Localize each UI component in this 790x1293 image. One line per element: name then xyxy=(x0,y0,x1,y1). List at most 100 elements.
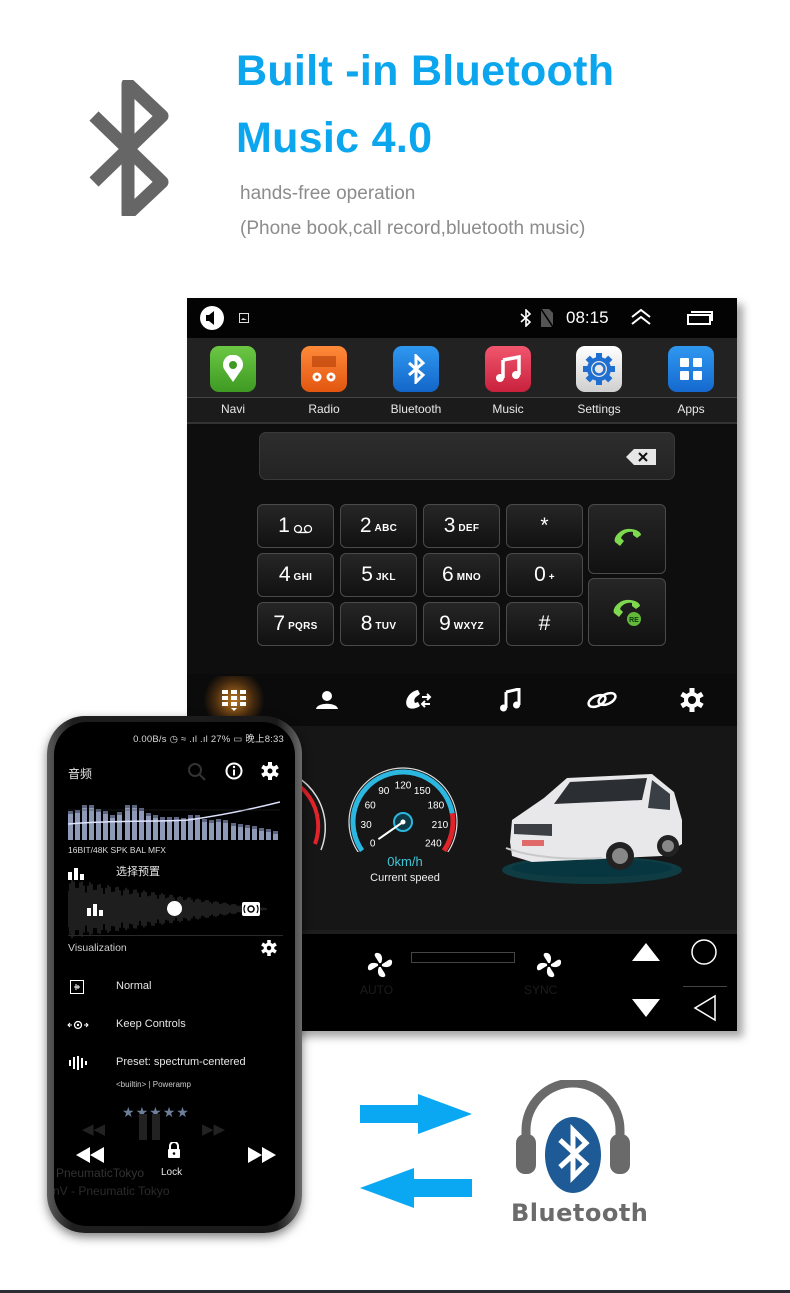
lock-icon[interactable] xyxy=(167,1142,181,1158)
key-digit: 9 xyxy=(439,612,451,635)
app-radio[interactable]: Radio xyxy=(284,346,364,422)
number-display[interactable] xyxy=(259,432,675,480)
balance-knob[interactable] xyxy=(167,901,182,916)
star-icon[interactable]: ★ xyxy=(176,1104,190,1120)
speedometer-gauge: 0 30 6090 120 150 180 210 240 xyxy=(348,767,458,852)
key-digit: 4 xyxy=(278,563,291,586)
expand-up-icon[interactable] xyxy=(630,308,652,326)
gear-icon[interactable] xyxy=(261,940,277,956)
speed-tick-label: 120 xyxy=(395,781,412,792)
volume-down-icon[interactable] xyxy=(631,998,661,1018)
headline-line-2: Music 4.0 xyxy=(236,114,433,162)
tab-pairing[interactable] xyxy=(582,684,622,716)
alarm-icon: ◷ ≈ .ıl .ıl xyxy=(169,734,211,745)
app-bluetooth[interactable]: Bluetooth xyxy=(376,346,456,422)
menu-item-label: Keep Controls xyxy=(116,1018,186,1030)
redial-button[interactable]: RE xyxy=(588,578,666,646)
app-label: Radio xyxy=(308,402,340,416)
key-star[interactable]: * xyxy=(506,504,583,548)
preset-source: <builtin> | Poweramp xyxy=(116,1080,192,1089)
call-icon xyxy=(614,528,641,546)
backspace-icon[interactable] xyxy=(626,449,656,465)
bluetooth-icon xyxy=(393,346,439,392)
star-icon[interactable]: ★ xyxy=(122,1104,136,1120)
app-navi[interactable]: Navi xyxy=(193,346,273,422)
fan-icon[interactable] xyxy=(536,952,562,978)
star-icon[interactable]: ★ xyxy=(163,1104,177,1120)
fan-icon[interactable] xyxy=(367,952,393,978)
battery-icon: ▭ xyxy=(233,734,246,745)
key-hash[interactable]: # xyxy=(506,602,583,646)
tab-music[interactable] xyxy=(490,684,530,716)
arrow-right-icon xyxy=(360,1094,472,1134)
volume-icon[interactable] xyxy=(200,306,224,330)
track-title-faded: PneumaticTokyo xyxy=(56,1166,145,1180)
app-label: Navi xyxy=(220,402,245,416)
key-6[interactable]: 6 MNO xyxy=(423,553,500,597)
key-4[interactable]: 4 GHI xyxy=(257,553,334,597)
back-icon[interactable] xyxy=(693,994,717,1022)
key-letters: DEF xyxy=(458,523,480,534)
tab-call-log[interactable] xyxy=(398,684,438,716)
recent-apps-icon[interactable] xyxy=(687,311,713,325)
headline-line-1: Built -in Bluetooth xyxy=(236,47,615,95)
app-apps[interactable]: Apps xyxy=(651,346,731,422)
speed-tick-label: 30 xyxy=(361,820,373,831)
menu-item-label: Preset: spectrum-centered xyxy=(116,1056,246,1068)
net-speed: 0.00B/s xyxy=(133,734,167,745)
surround-icon[interactable] xyxy=(242,902,260,916)
menu-item-keep-controls[interactable]: Keep Controls xyxy=(54,1015,295,1039)
clock: 08:15 xyxy=(566,308,609,327)
key-digit: 1 xyxy=(278,514,290,537)
phone-screen: 0.00B/s ◷ ≈ .ıl .ıl 27% ▭ 晚上8:33 音频 16BI… xyxy=(54,722,295,1226)
tab-settings[interactable] xyxy=(672,684,712,716)
gauge-needle-pivot xyxy=(400,819,406,825)
bar-chart-icon[interactable] xyxy=(87,902,103,916)
dialpad-icon xyxy=(222,690,246,711)
gear-icon[interactable] xyxy=(261,762,279,780)
menu-item-normal[interactable]: Normal xyxy=(54,977,295,1001)
subtitle-line-1: hands-free operation xyxy=(240,183,416,204)
fan-level-bar[interactable] xyxy=(411,952,515,963)
contact-icon xyxy=(316,691,338,709)
menu-item-label: Normal xyxy=(116,980,152,992)
key-letters: MNO xyxy=(456,572,481,583)
key-5[interactable]: 5 JKL xyxy=(340,553,417,597)
key-letters: + xyxy=(548,572,555,583)
smartphone: 0.00B/s ◷ ≈ .ıl .ıl 27% ▭ 晚上8:33 音频 16BI… xyxy=(47,716,302,1233)
arrow-left-icon xyxy=(360,1168,472,1208)
rewind-icon[interactable] xyxy=(76,1147,104,1163)
fast-forward-icon[interactable] xyxy=(248,1147,276,1163)
call-button[interactable] xyxy=(588,504,666,574)
app-music[interactable]: Music xyxy=(468,346,548,422)
key-9[interactable]: 9 WXYZ xyxy=(423,602,500,646)
gear-icon xyxy=(576,346,622,392)
key-digit: # xyxy=(538,612,551,635)
sync-label[interactable]: SYNC xyxy=(524,983,557,997)
app-settings[interactable]: Settings xyxy=(559,346,639,422)
speed-tick-label: 180 xyxy=(427,800,444,811)
lock-label: Lock xyxy=(161,1167,183,1178)
auto-label[interactable]: AUTO xyxy=(360,983,393,997)
home-icon[interactable] xyxy=(690,938,718,966)
key-3[interactable]: 3 DEF xyxy=(423,504,500,548)
volume-up-icon[interactable] xyxy=(631,942,661,962)
key-0[interactable]: 0 + xyxy=(506,553,583,597)
key-7[interactable]: 7 PQRS xyxy=(257,602,334,646)
eq-info: 16BIT/48K SPK BAL MFX xyxy=(68,845,166,855)
search-icon[interactable] xyxy=(187,762,207,782)
pause-faded-icon-bar xyxy=(152,1114,160,1140)
key-letters: JKL xyxy=(375,572,396,583)
music-note-icon xyxy=(485,346,531,392)
key-letters: WXYZ xyxy=(453,621,484,632)
key-digit: 8 xyxy=(360,612,373,635)
key-1[interactable]: 1 xyxy=(257,504,334,548)
menu-item-preset[interactable]: Preset: spectrum-centered xyxy=(54,1053,295,1077)
app-launcher-bar: Navi Radio Bluetooth Music Settings Apps xyxy=(187,338,737,424)
key-digit: 2 xyxy=(359,514,372,537)
tab-contacts[interactable] xyxy=(307,684,347,716)
key-2[interactable]: 2 ABC xyxy=(340,504,417,548)
info-icon[interactable] xyxy=(225,762,243,780)
key-8[interactable]: 8 TUV xyxy=(340,602,417,646)
key-letters: ABC xyxy=(374,523,398,534)
